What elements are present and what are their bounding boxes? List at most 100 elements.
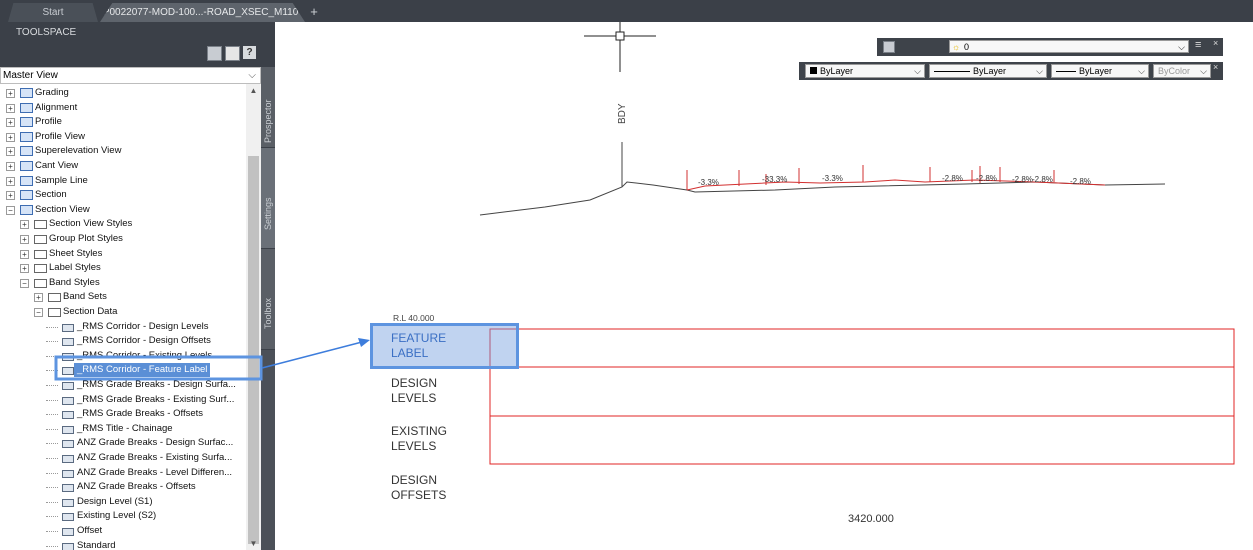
tree-item[interactable]: Design Level (S1) xyxy=(0,495,246,509)
tree-item[interactable]: − Section Data xyxy=(0,305,246,319)
collapse-icon[interactable]: − xyxy=(34,308,43,317)
bdy-label: BDY xyxy=(617,103,628,124)
band-style-icon xyxy=(62,352,74,361)
tree-item-label: _RMS Corridor - Feature Label xyxy=(74,363,211,378)
expand-icon[interactable]: + xyxy=(6,162,15,171)
expand-icon[interactable]: + xyxy=(20,249,29,259)
tree-scrollbar[interactable]: ▲ ▼ xyxy=(246,84,261,550)
tree-connector xyxy=(46,516,58,518)
tree-item-label: _RMS Title - Chainage xyxy=(77,422,173,434)
tree-item[interactable]: + Superelevation View xyxy=(0,144,246,158)
tree-item[interactable]: + Grading xyxy=(0,86,246,100)
tree-item[interactable]: + Section xyxy=(0,188,246,202)
tree-item[interactable]: − Band Styles xyxy=(0,276,246,290)
tree-item[interactable]: _RMS Corridor - Existing Levels xyxy=(0,349,246,363)
expand-icon[interactable]: + xyxy=(6,147,15,157)
tree-item-label: Standard xyxy=(77,539,116,550)
tree-item[interactable]: _RMS Grade Breaks - Existing Surf... xyxy=(0,393,246,407)
tree-item[interactable]: + Sample Line xyxy=(0,174,246,188)
grade-label: -3.3% xyxy=(822,174,843,183)
cant-view-icon xyxy=(20,161,33,171)
tree-item[interactable]: + Alignment xyxy=(0,101,246,115)
tree-connector xyxy=(46,341,58,343)
tree-item[interactable]: Standard xyxy=(0,539,246,550)
tree-connector xyxy=(46,414,58,416)
tab-drawing[interactable]: P0022077-MOD-100...-ROAD_XSEC_M110* × xyxy=(100,3,305,22)
expand-icon[interactable]: + xyxy=(6,118,15,128)
tree-item[interactable]: _RMS Title - Chainage xyxy=(0,422,246,436)
tree-item[interactable]: ANZ Grade Breaks - Design Surfac... xyxy=(0,436,246,450)
tree-item-label: Label Styles xyxy=(49,262,101,274)
tree-item-label: ANZ Grade Breaks - Existing Surfa... xyxy=(77,452,233,463)
sample-line-icon xyxy=(20,175,33,186)
tree-item[interactable]: + Section View Styles xyxy=(0,217,246,231)
band-style-plain-icon xyxy=(62,542,74,550)
tree-connector xyxy=(46,545,58,547)
band-label-design-levels: DESIGN LEVELS xyxy=(391,376,438,405)
tree-item[interactable]: + Band Sets xyxy=(0,290,246,304)
toolspace-header: TOOLSPACE ? xyxy=(0,22,275,67)
tree-item[interactable]: + Sheet Styles xyxy=(0,247,246,261)
tree-item[interactable]: + Profile View xyxy=(0,130,246,144)
tree-item[interactable]: + Label Styles xyxy=(0,261,246,275)
toolspace-tree-icon[interactable] xyxy=(207,46,222,61)
tree-item[interactable]: _RMS Corridor - Design Offsets xyxy=(0,334,246,348)
tree-item[interactable]: _RMS Grade Breaks - Offsets xyxy=(0,407,246,421)
expand-icon[interactable]: + xyxy=(20,220,29,230)
document-tab-bar: Start P0022077-MOD-100...-ROAD_XSEC_M110… xyxy=(0,0,1253,22)
folder-icon xyxy=(34,249,47,259)
expand-icon[interactable]: + xyxy=(34,293,43,303)
expand-icon[interactable]: + xyxy=(6,103,15,113)
folder-icon xyxy=(34,264,47,274)
chainage-label: 3420.000 xyxy=(848,513,894,525)
tree-item-label: Design Level (S1) xyxy=(77,495,153,507)
new-tab-button[interactable]: + xyxy=(306,5,322,19)
collapse-icon[interactable]: − xyxy=(6,205,15,215)
help-icon[interactable]: ? xyxy=(243,46,256,59)
tab-toolbox[interactable]: Toolbox xyxy=(261,249,275,350)
tree-item[interactable]: Offset xyxy=(0,524,246,538)
expand-icon[interactable]: + xyxy=(6,89,15,98)
toolspace-panel-icon[interactable] xyxy=(225,46,240,61)
tab-settings[interactable]: Settings xyxy=(261,148,275,249)
tree-item[interactable]: _RMS Corridor - Feature Label xyxy=(0,363,246,378)
toolspace-title: TOOLSPACE xyxy=(16,27,77,38)
expand-icon[interactable]: + xyxy=(6,191,15,201)
band-style-icon xyxy=(62,528,74,536)
expand-icon[interactable]: + xyxy=(6,176,15,186)
tab-prospector[interactable]: Prospector xyxy=(261,67,275,148)
tree-item[interactable]: + Cant View xyxy=(0,159,246,173)
tree-item[interactable]: ANZ Grade Breaks - Level Differen... xyxy=(0,466,246,480)
tab-start-label: Start xyxy=(42,7,64,18)
tree-item[interactable]: − Section View xyxy=(0,203,246,217)
band-rectangles xyxy=(489,328,1235,465)
master-view-dropdown[interactable]: Master View ⌵ xyxy=(0,67,261,84)
tree-item[interactable]: Existing Level (S2) xyxy=(0,509,246,523)
tree-item-label: Band Sets xyxy=(63,291,107,303)
tree-item[interactable]: ANZ Grade Breaks - Offsets xyxy=(0,480,246,494)
tree-item[interactable]: + Group Plot Styles xyxy=(0,232,246,246)
expand-icon[interactable]: + xyxy=(20,235,29,244)
tree-item-label: ANZ Grade Breaks - Offsets xyxy=(77,481,196,493)
expand-icon[interactable]: + xyxy=(20,264,29,274)
section-drawing: BDY -3.3% -33.3% -3.3% -2.8% -2.8% -2.8%… xyxy=(393,22,1235,525)
tab-start[interactable]: Start xyxy=(8,3,98,22)
tree-item[interactable]: _RMS Grade Breaks - Design Surfa... xyxy=(0,378,246,392)
tree-item[interactable]: ANZ Grade Breaks - Existing Surfa... xyxy=(0,451,246,465)
section-view-icon xyxy=(20,204,33,215)
tree-item[interactable]: + Profile xyxy=(0,115,246,129)
toolspace-panel: TOOLSPACE ? Master View ⌵ + Grading + Align… xyxy=(0,22,275,550)
scroll-down-icon[interactable]: ▼ xyxy=(246,539,261,548)
tree-item-label: Cant View xyxy=(35,160,79,171)
tree-item-label: _RMS Corridor - Design Offsets xyxy=(77,335,211,347)
scroll-thumb[interactable] xyxy=(248,156,259,544)
band-style-icon xyxy=(62,411,74,420)
tree-item[interactable]: _RMS Corridor - Design Levels xyxy=(0,320,246,334)
scroll-up-icon[interactable]: ▲ xyxy=(246,86,261,95)
grade-label: -2.8% xyxy=(1032,175,1053,184)
band-existing-levels xyxy=(489,415,1235,465)
tree-connector xyxy=(46,472,58,474)
expand-icon[interactable]: + xyxy=(6,132,15,142)
collapse-icon[interactable]: − xyxy=(20,278,29,288)
drawing-canvas[interactable]: ☼ 0 ⌵ ≡ × ByLayer ⌵ ByLayer ⌵ ByLayer ⌵ ByC… xyxy=(275,22,1253,550)
